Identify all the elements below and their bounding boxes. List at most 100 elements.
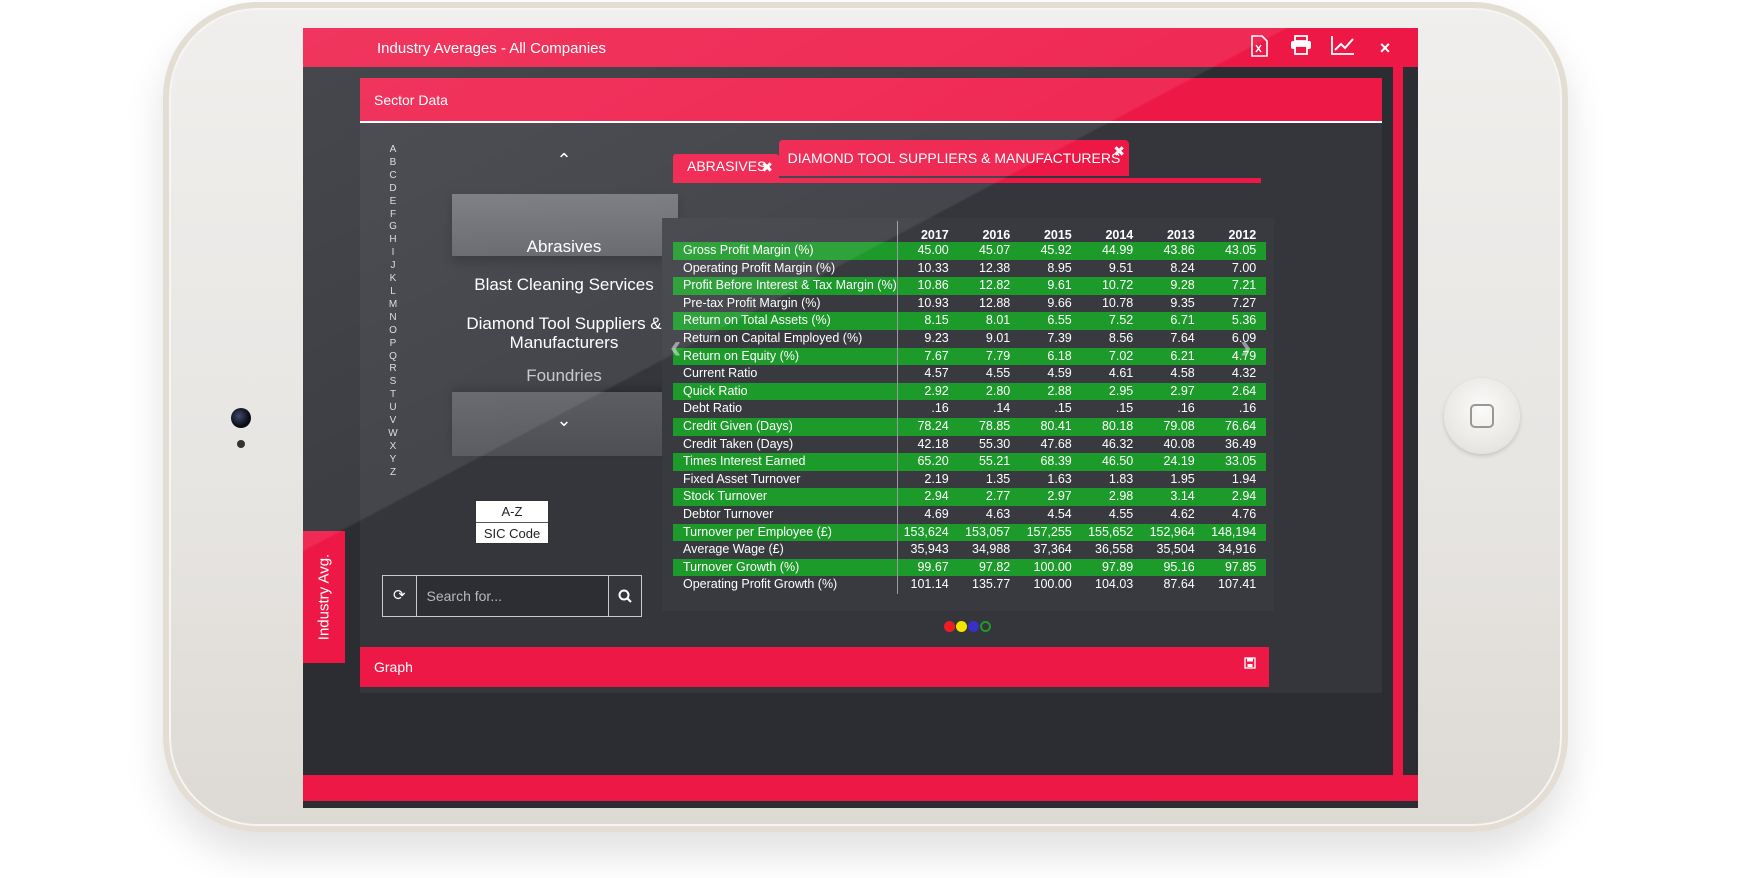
table-column-header: 2017 bbox=[920, 228, 949, 242]
row-label: Credit Given (Days) bbox=[673, 417, 898, 436]
table-cell: 9.28 bbox=[1143, 277, 1205, 295]
excel-icon[interactable] bbox=[1246, 35, 1272, 61]
table-cell: 1.63 bbox=[1047, 471, 1072, 486]
table-header-blank bbox=[673, 221, 898, 242]
alphabet-letter[interactable]: S bbox=[388, 376, 398, 389]
alphabet-letter[interactable]: A bbox=[388, 144, 398, 157]
row-label: Gross Profit Margin (%) bbox=[673, 242, 898, 260]
home-button[interactable] bbox=[1444, 378, 1520, 454]
tab-close-icon[interactable]: ✖ bbox=[761, 155, 773, 179]
alphabet-letter[interactable]: I bbox=[388, 247, 398, 260]
table-cell: 7.79 bbox=[958, 347, 1021, 366]
save-icon[interactable] bbox=[1244, 657, 1256, 672]
table-cell: 9.51 bbox=[1108, 260, 1134, 275]
table-cell: 2.77 bbox=[958, 488, 1021, 506]
alphabet-letter[interactable]: E bbox=[388, 196, 398, 209]
row-label: Return on Equity (%) bbox=[673, 347, 898, 366]
table-cell: 10.86 bbox=[897, 277, 959, 295]
alphabet-letter[interactable]: K bbox=[388, 273, 398, 286]
alphabet-letter[interactable]: Q bbox=[388, 351, 398, 364]
table-cell: 46.50 bbox=[1081, 453, 1144, 471]
row-label: Debtor Turnover bbox=[673, 505, 898, 524]
picker-item-selected[interactable]: Diamond Tool Suppliers & Manufacturers bbox=[464, 314, 664, 352]
table-row: Return on Total Assets (%) 8.15 8.01 6.55 7.… bbox=[673, 312, 1267, 330]
table-cell: 135.77 bbox=[972, 577, 1011, 592]
table-cell: 55.30 bbox=[978, 436, 1011, 451]
close-icon[interactable]: × bbox=[1372, 35, 1398, 61]
table-cell: 7.21 bbox=[1204, 277, 1267, 295]
table-cell: 24.19 bbox=[1143, 453, 1205, 471]
table-cell: 104.03 bbox=[1095, 577, 1134, 592]
refresh-icon[interactable]: ⟳ bbox=[383, 576, 417, 616]
table-cell: 1.95 bbox=[1170, 471, 1195, 486]
row-label: Pre-tax Profit Margin (%) bbox=[673, 294, 898, 313]
table-cell: 2.98 bbox=[1081, 488, 1144, 506]
table-row: Turnover Growth (%) 99.67 97.82 100.00 97.89… bbox=[673, 558, 1267, 577]
alphabet-letter[interactable]: H bbox=[388, 234, 398, 247]
alphabet-letter[interactable]: F bbox=[388, 209, 398, 222]
table-cell: 2.94 bbox=[897, 488, 959, 506]
alphabet-letter[interactable]: T bbox=[388, 389, 398, 402]
print-icon[interactable] bbox=[1288, 35, 1314, 61]
alphabet-letter[interactable]: X bbox=[388, 441, 398, 454]
page-dot[interactable] bbox=[968, 621, 979, 632]
table-cell: 35,943 bbox=[910, 542, 949, 557]
page-dots bbox=[944, 621, 991, 632]
table-cell: 4.59 bbox=[1047, 366, 1072, 381]
graph-header[interactable]: Graph bbox=[360, 647, 1269, 687]
table-cell: 95.16 bbox=[1143, 558, 1205, 577]
alphabet-letter[interactable]: Z bbox=[388, 467, 398, 480]
app-screen: Industry Averages - All Companies × Indu… bbox=[303, 28, 1418, 808]
search-input[interactable] bbox=[416, 576, 608, 616]
tab-abrasives[interactable]: ABRASIVES ✖ bbox=[673, 154, 779, 178]
table-cell: 37,364 bbox=[1033, 542, 1072, 557]
table-cell: 2.80 bbox=[958, 382, 1021, 401]
graph-title: Graph bbox=[374, 659, 413, 675]
table-cell: 45.00 bbox=[897, 242, 959, 260]
chart-icon[interactable] bbox=[1330, 35, 1356, 61]
page-dot[interactable] bbox=[980, 621, 991, 632]
tab-diamond-tool[interactable]: DIAMOND TOOL SUPPLIERS & MANUFACTURERS ✖ bbox=[779, 140, 1129, 176]
table-cell: 87.64 bbox=[1163, 577, 1195, 592]
window-toolbar: × bbox=[1246, 35, 1398, 61]
alphabet-letter[interactable]: M bbox=[388, 299, 398, 312]
search-icon[interactable] bbox=[607, 576, 641, 616]
table-row: Profit Before Interest & Tax Margin (%) 1… bbox=[673, 277, 1267, 295]
alphabet-letter[interactable]: U bbox=[388, 402, 398, 415]
alphabet-letter[interactable]: L bbox=[388, 286, 398, 299]
alphabet-letter[interactable]: J bbox=[388, 260, 398, 273]
alphabet-letter[interactable]: B bbox=[388, 157, 398, 170]
table-cell: 78.24 bbox=[897, 417, 959, 436]
prev-arrow-icon[interactable]: ‹ bbox=[670, 328, 681, 367]
alphabet-letter[interactable]: G bbox=[388, 221, 398, 234]
table-column-header: 2016 bbox=[982, 228, 1011, 242]
table-row: Stock Turnover 2.94 2.77 2.97 2.98 3.14 2.94 bbox=[673, 488, 1267, 506]
alphabet-letter[interactable]: C bbox=[388, 170, 398, 183]
alphabet-letter[interactable]: R bbox=[388, 363, 398, 376]
alphabet-letter[interactable]: P bbox=[388, 338, 398, 351]
alphabet-letter[interactable]: N bbox=[388, 312, 398, 325]
sort-az-option[interactable]: A-Z bbox=[476, 501, 548, 522]
row-label: Return on Total Assets (%) bbox=[673, 312, 898, 330]
next-arrow-icon[interactable]: › bbox=[1240, 328, 1251, 367]
table-cell: 5.36 bbox=[1204, 312, 1267, 330]
row-label: Return on Capital Employed (%) bbox=[673, 329, 898, 348]
alphabet-letter[interactable]: V bbox=[388, 415, 398, 428]
page-dot[interactable] bbox=[956, 621, 967, 632]
alphabet-letter[interactable]: Y bbox=[388, 454, 398, 467]
table-cell: 76.64 bbox=[1204, 417, 1267, 436]
alphabet-letter[interactable]: O bbox=[388, 325, 398, 338]
table-cell: .15 bbox=[1115, 401, 1134, 416]
alphabet-letter[interactable]: W bbox=[388, 428, 398, 441]
sector-tabs: ABRASIVES ✖ DIAMOND TOOL SUPPLIERS & MAN… bbox=[673, 140, 1263, 190]
industry-avg-tab[interactable]: Industry Avg. bbox=[303, 531, 345, 663]
tab-close-icon[interactable]: ✖ bbox=[1113, 133, 1125, 169]
table-cell: 4.61 bbox=[1108, 366, 1134, 381]
alphabet-letter[interactable]: D bbox=[388, 183, 398, 196]
row-label: Fixed Asset Turnover bbox=[673, 470, 898, 489]
sort-sic-option[interactable]: SIC Code bbox=[476, 522, 548, 543]
page-dot[interactable] bbox=[944, 621, 955, 632]
table-cell: 3.14 bbox=[1143, 488, 1205, 506]
table-cell: 1.35 bbox=[985, 471, 1011, 486]
table-cell: 1.83 bbox=[1108, 471, 1134, 486]
